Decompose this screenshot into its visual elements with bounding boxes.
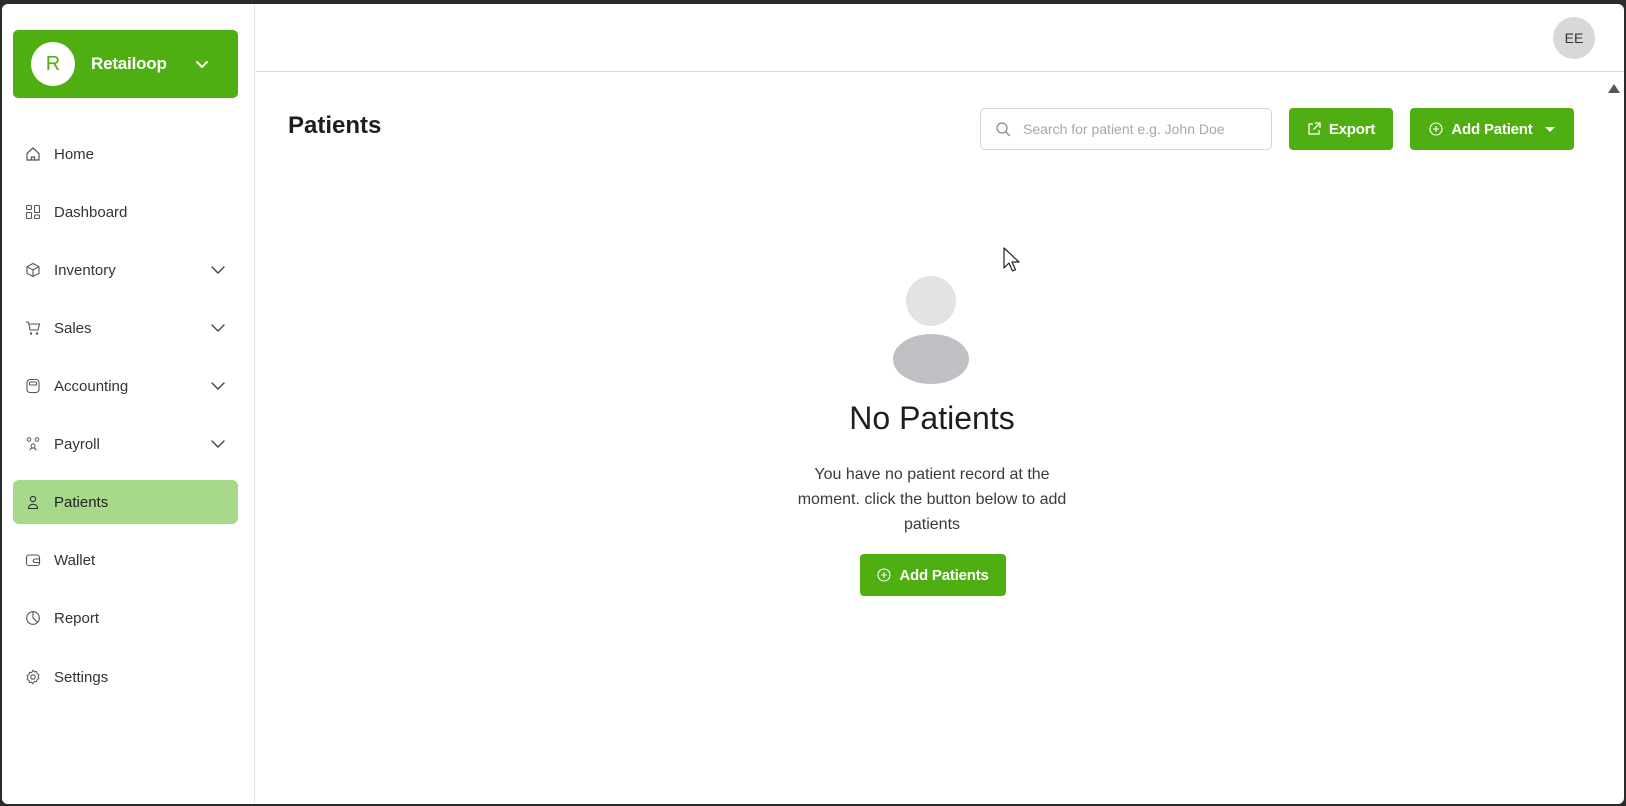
sidebar-item-label: Settings xyxy=(54,668,109,686)
chevron-down-icon xyxy=(211,324,225,332)
top-bar: EE xyxy=(256,4,1624,72)
user-icon xyxy=(24,493,42,511)
empty-state-title: No Patients xyxy=(849,400,1015,436)
app-window: R Retailoop Home Dashboard Inventory Sal… xyxy=(2,4,1624,804)
external-link-icon xyxy=(1308,122,1321,135)
sidebar-item-report[interactable]: Report xyxy=(13,596,238,640)
sidebar-item-label: Home xyxy=(54,145,95,163)
box-icon xyxy=(24,261,42,279)
add-patients-button[interactable]: Add Patients xyxy=(860,554,1006,596)
mouse-cursor-icon xyxy=(1003,247,1020,272)
sidebar-item-label: Dashboard xyxy=(54,203,128,221)
sidebar-item-accounting[interactable]: Accounting xyxy=(13,364,238,408)
export-label: Export xyxy=(1328,120,1376,138)
sidebar-item-label: Payroll xyxy=(54,435,100,453)
sidebar-item-label: Report xyxy=(54,609,100,627)
search-input[interactable] xyxy=(1023,121,1263,137)
sidebar-item-dashboard[interactable]: Dashboard xyxy=(13,190,238,234)
empty-user-illustration xyxy=(893,276,969,384)
gear-icon xyxy=(24,668,42,686)
user-avatar[interactable]: EE xyxy=(1553,17,1595,59)
sidebar-item-label: Inventory xyxy=(54,261,116,279)
sidebar-item-label: Wallet xyxy=(54,551,96,569)
sidebar-item-label: Sales xyxy=(54,319,92,337)
chevron-down-icon xyxy=(196,61,208,68)
scroll-up-arrow-icon[interactable] xyxy=(1608,84,1620,93)
org-avatar: R xyxy=(31,42,75,86)
chevron-down-icon xyxy=(211,266,225,274)
dashboard-icon xyxy=(24,203,42,221)
sidebar: R Retailoop Home Dashboard Inventory Sal… xyxy=(2,4,255,804)
sidebar-item-payroll[interactable]: Payroll xyxy=(13,422,238,466)
sidebar-item-settings[interactable]: Settings xyxy=(13,655,238,699)
sidebar-item-label: Accounting xyxy=(54,377,129,395)
sidebar-nav: Home Dashboard Inventory Sales Accountin… xyxy=(13,132,238,699)
empty-state-description: You have no patient record at the moment… xyxy=(797,466,1067,533)
export-button[interactable]: Export xyxy=(1289,108,1393,150)
sidebar-item-sales[interactable]: Sales xyxy=(13,306,238,350)
sidebar-item-wallet[interactable]: Wallet xyxy=(13,538,238,582)
plus-circle-icon xyxy=(877,568,891,582)
cart-icon xyxy=(24,319,42,337)
caret-down-icon xyxy=(1544,126,1555,132)
wallet-icon xyxy=(24,551,42,569)
chevron-down-icon xyxy=(211,440,225,448)
sidebar-item-inventory[interactable]: Inventory xyxy=(13,248,238,292)
people-icon xyxy=(24,435,42,453)
page-title: Patients xyxy=(288,112,382,139)
sidebar-item-home[interactable]: Home xyxy=(13,132,238,176)
search-box[interactable] xyxy=(980,108,1272,150)
add-patients-label: Add Patients xyxy=(899,566,989,584)
chevron-down-icon xyxy=(211,382,225,390)
pie-chart-icon xyxy=(24,609,42,627)
sidebar-item-patients[interactable]: Patients xyxy=(13,480,238,524)
org-switcher[interactable]: R Retailoop xyxy=(13,30,238,98)
org-name: Retailoop xyxy=(91,54,167,73)
add-patient-label: Add Patient xyxy=(1451,120,1533,138)
plus-circle-icon xyxy=(1429,122,1443,136)
sidebar-item-label: Patients xyxy=(54,493,109,511)
search-icon xyxy=(996,122,1011,137)
calculator-icon xyxy=(24,377,42,395)
home-icon xyxy=(24,145,42,163)
add-patient-button[interactable]: Add Patient xyxy=(1410,108,1574,150)
